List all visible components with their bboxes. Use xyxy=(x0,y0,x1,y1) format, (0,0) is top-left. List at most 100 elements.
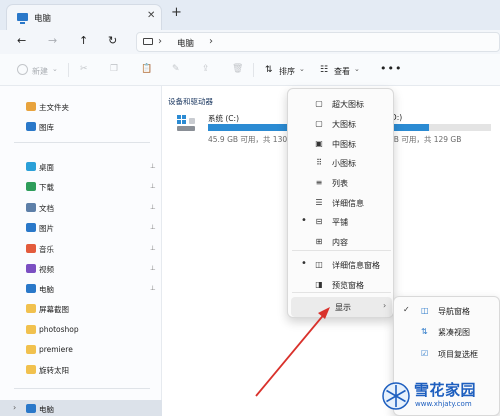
selected-dot-icon: • xyxy=(301,215,307,226)
computer-icon xyxy=(17,13,28,24)
view-option-icon: ⊟ xyxy=(315,217,323,226)
sidebar-item[interactable]: 主文件夹 xyxy=(0,98,162,116)
sidebar-item-label: 音乐 xyxy=(39,245,54,254)
show-menu-item[interactable]: ☑ 项目复选框 xyxy=(394,343,500,365)
view-menu-item[interactable]: ⊞ 内容 xyxy=(288,232,395,252)
view-menu-item-label: 详细信息窗格 xyxy=(332,261,380,270)
view-option-icon: ▣ xyxy=(315,139,323,148)
view-menu-item-label: 列表 xyxy=(332,179,348,188)
sidebar-item[interactable]: 下载 ⊥ xyxy=(0,178,162,196)
view-menu-item[interactable]: ▢ 大图标 xyxy=(288,114,395,134)
chevron-right-icon[interactable]: › xyxy=(13,403,16,412)
tab-title: 电脑 xyxy=(34,14,52,24)
computer-icon xyxy=(26,284,36,293)
show-menu-item-label: 紧凑视图 xyxy=(438,328,470,337)
divider xyxy=(253,63,254,77)
pin-icon: ⊥ xyxy=(150,162,156,170)
paste-icon[interactable]: 📋 xyxy=(141,64,152,74)
more-options-button[interactable]: ••• xyxy=(380,62,402,75)
refresh-button[interactable]: ↻ xyxy=(108,34,117,47)
sidebar-item[interactable]: 文档 ⊥ xyxy=(0,199,162,217)
sidebar-item[interactable]: 屏幕截图 xyxy=(0,300,162,318)
sidebar-item[interactable]: 旋转太阳 xyxy=(0,361,162,379)
view-menu-item[interactable]: ☰ 详细信息 xyxy=(288,193,395,213)
delete-icon[interactable]: 🗑 xyxy=(232,64,243,74)
breadcrumb-computer[interactable]: 电脑 xyxy=(177,37,194,49)
folder-icon xyxy=(26,325,36,334)
back-button[interactable]: ← xyxy=(17,34,26,47)
view-menu-item[interactable]: ⠿ 小图标 xyxy=(288,153,395,173)
sidebar-item[interactable]: 图库 xyxy=(0,118,162,136)
view-menu-item[interactable]: ▣ 中图标 xyxy=(288,134,395,154)
desktop-icon xyxy=(26,162,36,171)
view-menu-item-label: 显示 xyxy=(335,303,351,312)
menu-separator xyxy=(292,292,391,293)
sidebar-item[interactable]: photoshop xyxy=(0,321,162,339)
sidebar-item[interactable]: 电脑 ⊥ xyxy=(0,280,162,298)
show-option-icon: ⇅ xyxy=(421,327,428,336)
address-bar[interactable]: › 电脑 › xyxy=(136,32,500,52)
folder-icon xyxy=(26,304,36,313)
sort-icon: ⇅ xyxy=(265,65,273,75)
up-button[interactable]: ↑ xyxy=(79,34,88,47)
show-menu-item[interactable]: ⇅ 紧凑视图 xyxy=(394,321,500,343)
close-icon[interactable]: ✕ xyxy=(147,10,155,21)
view-option-icon: ◫ xyxy=(315,260,323,269)
view-menu-item-label: 超大图标 xyxy=(332,100,364,109)
sidebar-divider xyxy=(14,388,150,389)
breadcrumb-separator[interactable]: › xyxy=(158,36,162,47)
drive-c-usage-bar xyxy=(208,124,290,131)
view-menu-item-label: 详细信息 xyxy=(332,199,364,208)
breadcrumb-separator[interactable]: › xyxy=(209,36,213,47)
show-option-icon: ☑ xyxy=(421,349,429,358)
group-header-devices[interactable]: 设备和驱动器 xyxy=(168,96,213,107)
share-icon[interactable]: ⇪ xyxy=(202,64,210,74)
view-menu-item[interactable]: ▢ 超大图标 xyxy=(288,94,395,114)
sidebar-item-label: 图库 xyxy=(39,123,54,132)
view-button[interactable]: 查看 xyxy=(334,66,350,77)
new-button[interactable]: 新建 xyxy=(32,66,48,77)
sidebar-item-label: 桌面 xyxy=(39,163,54,172)
sidebar-item-label: 屏幕截图 xyxy=(39,305,69,314)
computer-icon xyxy=(26,404,36,413)
sidebar-item-label: 电脑 xyxy=(39,285,54,294)
navigation-pane: 主文件夹 图库 桌面 ⊥ 下载 ⊥ 文档 ⊥ 图片 ⊥ 音乐 ⊥ 视频 ⊥ 电脑 ⊥ 屏幕截图 photoshop… xyxy=(0,86,162,416)
show-menu-item-label: 导航窗格 xyxy=(438,307,470,316)
tab-strip: 电脑 ✕ + xyxy=(0,0,500,30)
sidebar-item[interactable]: premiere xyxy=(0,341,162,359)
pin-icon: ⊥ xyxy=(150,284,156,292)
divider xyxy=(68,63,69,77)
sidebar-item[interactable]: 图片 ⊥ xyxy=(0,219,162,237)
forward-button[interactable]: → xyxy=(48,34,57,47)
copy-icon[interactable]: ❐ xyxy=(110,64,118,74)
view-option-icon: ⊞ xyxy=(315,237,323,246)
drive-c-name[interactable]: 系统 (C:) xyxy=(208,113,239,124)
show-option-icon: ◫ xyxy=(421,306,429,315)
sidebar-item[interactable]: › 电脑 xyxy=(0,400,162,416)
new-tab-button[interactable]: + xyxy=(171,5,182,20)
sidebar-item[interactable]: 桌面 ⊥ xyxy=(0,158,162,176)
sidebar-item-label: premiere xyxy=(39,345,73,354)
sort-button[interactable]: 排序 xyxy=(279,66,295,77)
view-menu-item[interactable]: 显示 › xyxy=(291,297,392,317)
watermark-title: 雪花家园 xyxy=(414,381,477,399)
view-menu-item[interactable]: • ⊟ 平铺 xyxy=(288,212,395,232)
rename-icon[interactable]: ✎ xyxy=(172,64,180,74)
sidebar-item[interactable]: 视频 ⊥ xyxy=(0,260,162,278)
home-icon xyxy=(26,102,36,111)
sidebar-item[interactable]: 音乐 ⊥ xyxy=(0,240,162,258)
view-option-icon: ⠿ xyxy=(316,158,322,167)
view-menu-item-label: 大图标 xyxy=(332,120,356,129)
tab-computer[interactable]: 电脑 ✕ xyxy=(6,4,162,30)
sidebar-item-label: 视频 xyxy=(39,265,54,274)
view-menu-item[interactable]: • ◫ 详细信息窗格 xyxy=(288,255,395,275)
sidebar-item-label: 文档 xyxy=(39,204,54,213)
view-option-icon: ☰ xyxy=(315,198,323,207)
cut-icon[interactable]: ✂ xyxy=(80,64,88,74)
sidebar-divider xyxy=(14,142,150,143)
show-menu-item[interactable]: ✓ ◫ 导航窗格 xyxy=(394,300,500,322)
view-menu-item[interactable]: ≡ 列表 xyxy=(288,173,395,193)
view-menu-item-label: 内容 xyxy=(332,238,348,247)
sidebar-item-label: 主文件夹 xyxy=(39,103,69,112)
drive-c-icon xyxy=(177,115,195,131)
